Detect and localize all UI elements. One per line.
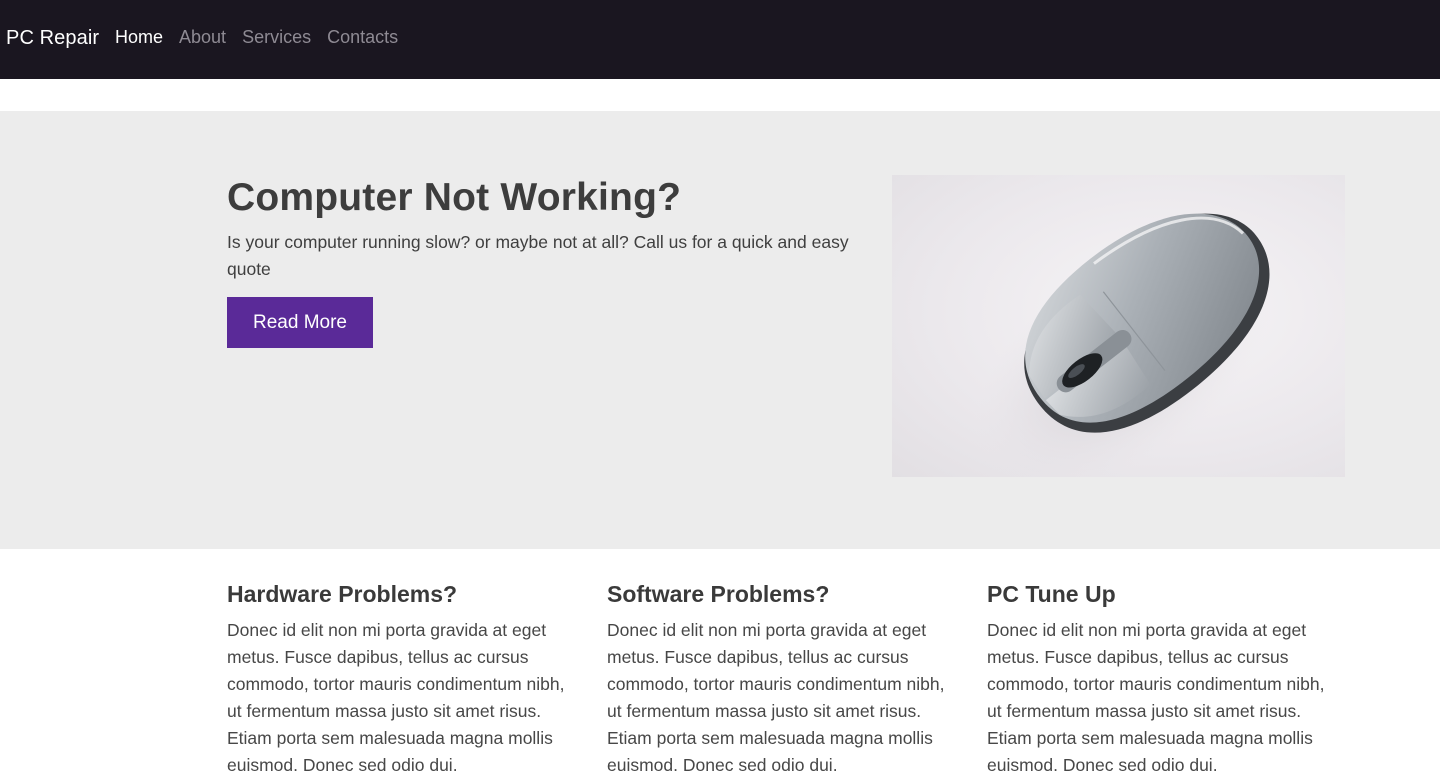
computer-mouse-image [892,175,1345,477]
nav-link-services[interactable]: Services [242,27,311,48]
feature-text: Donec id elit non mi porta gravida at eg… [607,620,945,775]
brand-logo-link[interactable]: PC Repair [6,27,99,50]
feature-card-hardware: Hardware Problems? Donec id elit non mi … [227,581,572,779]
feature-title: PC Tune Up [987,581,1116,607]
read-more-button[interactable]: Read More [227,297,373,348]
nav-link-contacts[interactable]: Contacts [327,27,398,48]
features-section: Hardware Problems? Donec id elit non mi … [0,549,1440,775]
hero-text: Is your computer running slow? or maybe … [227,232,849,279]
top-navbar: PC Repair Home About Services Contacts [0,0,1440,79]
hero-section: Computer Not Working? Is your computer r… [0,111,1440,549]
computer-mouse-illustration [972,213,1272,477]
nav-links: Home About Services Contacts [115,27,414,48]
nav-link-home[interactable]: Home [115,27,163,48]
hero-title: Computer Not Working? [227,176,682,219]
feature-card-tune-up: PC Tune Up Donec id elit non mi porta gr… [987,581,1332,779]
feature-title: Hardware Problems? [227,581,458,607]
nav-link-about[interactable]: About [179,27,226,48]
feature-card-software: Software Problems? Donec id elit non mi … [607,581,952,779]
feature-text: Donec id elit non mi porta gravida at eg… [227,620,565,775]
feature-text: Donec id elit non mi porta gravida at eg… [987,620,1325,775]
feature-title: Software Problems? [607,581,830,607]
